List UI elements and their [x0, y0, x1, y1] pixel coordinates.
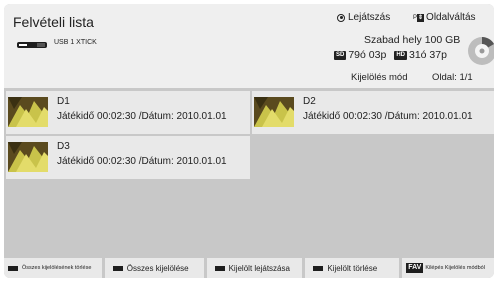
- page-switch-hint: P⇕ Oldalváltás: [413, 12, 476, 23]
- recording-capacity: SD 79ó 03p HD 31ó 37p: [334, 49, 447, 61]
- recording-thumbnail: [8, 97, 48, 127]
- select-all-label: Összes kijelölése: [126, 263, 189, 273]
- radio-selected-icon: [337, 13, 345, 22]
- sd-badge: SD: [334, 50, 347, 60]
- disk-usage-icon: [468, 37, 494, 65]
- recording-thumbnail: [8, 142, 48, 172]
- page-title: Felvételi lista: [13, 14, 94, 30]
- deselect-all-button[interactable]: Összes kijelölésének törlése: [4, 258, 102, 278]
- usb-icon: [17, 42, 47, 48]
- red-key-icon: [8, 265, 18, 271]
- page-indicator: Oldal: 1/1: [432, 72, 473, 83]
- select-all-button[interactable]: Összes kijelölése: [104, 258, 204, 278]
- sd-capacity: 79ó 03p: [348, 49, 387, 61]
- playback-mode-label: Lejátszás: [348, 12, 391, 23]
- yellow-key-icon: [214, 265, 225, 271]
- recording-list-window: Felvételi lista USB 1 XTICK Lejátszás P⇕…: [4, 4, 494, 278]
- page-switch-label: Oldalváltás: [426, 12, 476, 23]
- green-key-icon: [112, 265, 123, 271]
- recording-item[interactable]: D3 Játékidő 00:02:30 /Dátum: 2010.01.01: [6, 136, 250, 179]
- deselect-all-label: Összes kijelölésének törlése: [22, 265, 92, 271]
- blue-key-icon: [313, 265, 324, 271]
- delete-selected-button[interactable]: Kijelölt törlése: [305, 258, 400, 278]
- recording-meta: Játékidő 00:02:30 /Dátum: 2010.01.01: [57, 156, 227, 167]
- recording-item[interactable]: D2 Játékidő 00:02:30 /Dátum: 2010.01.01: [252, 91, 494, 134]
- recording-item[interactable]: D1 Játékidő 00:02:30 /Dátum: 2010.01.01: [6, 91, 250, 134]
- usb-device-label: USB 1 XTICK: [54, 39, 97, 46]
- page-key-icon: P⇕: [413, 13, 425, 22]
- recording-name: D3: [57, 141, 70, 152]
- footer-key-bar: Összes kijelölésének törlése Összes kije…: [4, 258, 494, 278]
- delete-selected-label: Kijelölt törlése: [327, 263, 378, 273]
- recording-meta: Játékidő 00:02:30 /Dátum: 2010.01.01: [57, 111, 227, 122]
- recording-thumbnail: [254, 97, 294, 127]
- header: Felvételi lista USB 1 XTICK Lejátszás P⇕…: [4, 4, 494, 88]
- play-selected-label: Kijelölt lejátszása: [228, 263, 290, 273]
- fav-key-icon: FAV: [406, 263, 424, 273]
- recording-name: D1: [57, 96, 70, 107]
- hd-capacity: 31ó 37p: [408, 49, 447, 61]
- exit-select-mode-button[interactable]: FAV Kilépés Kijelölés módból: [402, 258, 494, 278]
- play-selected-button[interactable]: Kijelölt lejátszása: [206, 258, 303, 278]
- select-mode-label: Kijelölés mód: [351, 72, 408, 83]
- free-space-label: Szabad hely 100 GB: [364, 34, 461, 46]
- recording-name: D2: [303, 96, 316, 107]
- hd-badge: HD: [394, 50, 407, 60]
- exit-select-mode-label: Kilépés Kijelölés módból: [425, 265, 485, 271]
- playback-mode-indicator[interactable]: Lejátszás: [337, 12, 390, 23]
- recording-meta: Játékidő 00:02:30 /Dátum: 2010.01.01: [303, 111, 473, 122]
